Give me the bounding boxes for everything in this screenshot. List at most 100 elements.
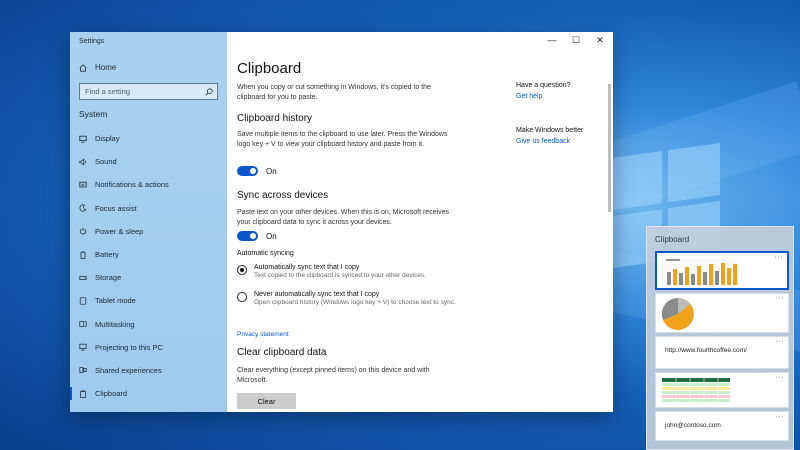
battery-icon [79, 250, 87, 259]
make-windows-better-label: Make Windows better [516, 127, 584, 134]
more-options-icon[interactable]: ··· [776, 374, 785, 381]
never-sync-option-description: Open clipboard history (Windows logo key… [254, 299, 456, 306]
thumbnail-bar [667, 272, 671, 285]
clipboard-item-bar-chart[interactable]: ··· [655, 251, 789, 290]
close-button[interactable]: ✕ [595, 35, 605, 46]
sidebar-item-label: Storage [95, 273, 122, 283]
clipboard-item-email[interactable]: ··· john@contoso.com [655, 411, 789, 441]
sidebar-item-label: Power & sleep [95, 226, 144, 236]
sync-heading: Sync across devices [237, 190, 329, 201]
clipboard-settings-content: Clipboard When you copy or cut something… [237, 32, 497, 412]
nav-home-label: Home [95, 63, 117, 72]
app-title: Settings [79, 38, 105, 45]
settings-window: Settings Home Find a setting System Disp… [70, 32, 613, 412]
sidebar-item-label: Clipboard [95, 389, 128, 399]
projecting-icon [79, 343, 87, 351]
clear-data-description: Clear everything (except pinned items) o… [237, 367, 430, 384]
never-sync-radio[interactable] [237, 292, 247, 302]
bar-chart-thumbnail [663, 258, 739, 286]
thumbnail-bar [697, 266, 701, 285]
thumbnail-bar [721, 263, 725, 285]
sidebar-item-label: Notifications & actions [95, 180, 169, 190]
more-options-icon[interactable]: ··· [775, 254, 784, 261]
sidebar-item-battery[interactable]: Battery [70, 243, 227, 266]
page-title: Clipboard [237, 60, 302, 77]
clear-data-heading: Clear clipboard data [237, 347, 327, 358]
clipboard-history-flyout: Clipboard ··· ··· ··· http://www.fourthc… [646, 226, 794, 450]
clipboard-item-pie-chart[interactable]: ··· [655, 293, 789, 333]
sync-toggle-state: On [266, 231, 277, 241]
more-options-icon[interactable]: ··· [776, 338, 785, 345]
clipboard-history-heading: Clipboard history [237, 113, 313, 124]
notifications-icon [79, 181, 87, 189]
sync-toggle-row: On [237, 231, 277, 241]
get-help-link[interactable]: Get help [516, 93, 542, 100]
auto-sync-radio[interactable] [237, 265, 247, 275]
sidebar-item-label: Display [95, 134, 120, 144]
clipboard-history-toggle-row: On [237, 166, 277, 176]
sidebar-item-shared-experiences[interactable]: Shared experiences [70, 359, 227, 382]
clipboard-intro-text: When you copy or cut something in Window… [237, 84, 431, 101]
give-feedback-link[interactable]: Give us feedback [516, 138, 570, 145]
thumbnail-bar [709, 264, 713, 285]
maximize-button[interactable]: ☐ [571, 35, 581, 46]
sidebar-item-sound[interactable]: Sound [70, 150, 227, 173]
storage-icon [79, 274, 87, 282]
clipboard-icon [79, 390, 87, 398]
more-options-icon[interactable]: ··· [776, 295, 785, 302]
sidebar-item-label: Multitasking [95, 319, 135, 329]
thumbnail-bar [685, 267, 689, 285]
auto-sync-option-description: Text copied to the clipboard is synced t… [254, 272, 426, 279]
thumbnail-bar [727, 268, 731, 285]
never-sync-option-title: Never automatically sync text that I cop… [254, 291, 380, 298]
sound-icon [79, 158, 87, 166]
display-icon [79, 135, 87, 143]
find-setting-input[interactable]: Find a setting [79, 83, 218, 100]
auto-sync-option-title: Automatically sync text that I copy [254, 264, 360, 271]
focus-assist-icon [79, 204, 87, 212]
nav-home[interactable]: Home [79, 63, 116, 72]
sidebar-item-projecting[interactable]: Projecting to this PC [70, 336, 227, 359]
sidebar-item-display[interactable]: Display [70, 127, 227, 150]
more-options-icon[interactable]: ··· [776, 413, 785, 420]
sidebar-item-clipboard[interactable]: Clipboard [70, 382, 227, 405]
clipboard-item-url[interactable]: ··· http://www.fourthcoffee.com/ [655, 336, 789, 369]
sidebar-nav-list: Display Sound Notifications & actions Fo… [70, 127, 227, 405]
thumbnail-bar [715, 271, 719, 285]
clipboard-item-spreadsheet[interactable]: ··· [655, 372, 789, 408]
thumbnail-bar [703, 272, 707, 285]
sidebar-item-label: Battery [95, 250, 119, 260]
pie-chart-thumbnail [661, 297, 694, 330]
never-sync-option[interactable]: Never automatically sync text that I cop… [237, 291, 464, 307]
flyout-title: Clipboard [655, 235, 690, 244]
search-icon [205, 83, 213, 101]
automatic-syncing-label: Automatic syncing [237, 250, 294, 257]
window-controls: — ☐ ✕ [547, 35, 605, 46]
search-placeholder: Find a setting [85, 87, 131, 96]
thumbnail-bar [673, 269, 677, 285]
clipboard-history-toggle[interactable] [237, 166, 258, 176]
clipboard-history-description: Save multiple items to the clipboard to … [237, 131, 448, 148]
clear-button[interactable]: Clear [237, 393, 296, 409]
minimize-button[interactable]: — [547, 35, 557, 46]
sidebar-item-storage[interactable]: Storage [70, 266, 227, 289]
sync-toggle[interactable] [237, 231, 258, 241]
sidebar-item-focus-assist[interactable]: Focus assist [70, 197, 227, 220]
sidebar-item-power-sleep[interactable]: Power & sleep [70, 220, 227, 243]
sidebar-item-label: Sound [95, 157, 117, 167]
privacy-statement-link[interactable]: Privacy statement [237, 331, 289, 338]
tablet-icon [79, 297, 87, 305]
never-sync-option-text: Never automatically sync text that I cop… [254, 291, 464, 307]
sidebar-item-multitasking[interactable]: Multitasking [70, 313, 227, 336]
spreadsheet-thumbnail [662, 378, 730, 404]
settings-sidebar: Settings Home Find a setting System Disp… [70, 32, 227, 412]
sync-description: Paste text on your other devices. When t… [237, 209, 450, 226]
clipboard-history-toggle-state: On [266, 166, 277, 176]
sidebar-item-notifications[interactable]: Notifications & actions [70, 173, 227, 196]
clipboard-item-text: http://www.fourthcoffee.com/ [665, 347, 747, 354]
clipboard-item-text: john@contoso.com [665, 422, 721, 429]
auto-sync-option[interactable]: Automatically sync text that I copy Text… [237, 264, 454, 280]
scrollbar[interactable] [608, 84, 611, 212]
sidebar-item-tablet-mode[interactable]: Tablet mode [70, 289, 227, 312]
have-question-label: Have a question? [516, 82, 571, 89]
